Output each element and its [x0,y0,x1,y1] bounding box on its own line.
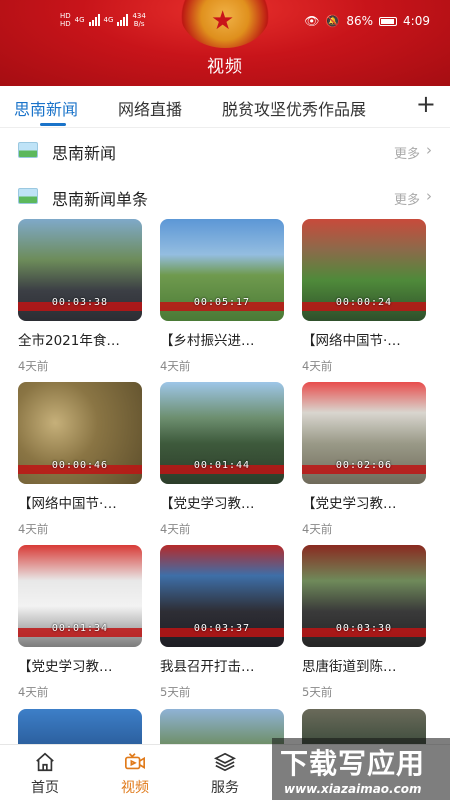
layers-icon [214,752,236,772]
hd-label-1: HD [60,12,71,20]
nav-label: 视频 [121,780,149,796]
video-time: 5天前 [160,685,191,699]
video-time: 4天前 [18,522,49,536]
video-card[interactable]: 00:03:37 我县召开打击… 5天前 [160,545,284,700]
watermark-logo: 下载写应用 www.xiazaimao.com [272,738,450,800]
app-header: ★ HD HD 4G 4G 434 B/s 👁 🔕 86% 4:09 视频 [0,0,450,86]
eye-icon: 👁 [304,14,320,28]
mute-icon: 🔕 [325,14,341,28]
nav-video[interactable]: 视频 [100,751,170,797]
video-icon [125,753,145,770]
video-title[interactable]: 【党史学习教… [302,492,426,512]
section-title: 思南新闻 [52,144,117,163]
video-time: 4天前 [302,522,333,536]
video-time: 5天前 [302,685,333,699]
video-duration: 00:02:06 [335,460,393,471]
video-thumbnail[interactable]: 00:00:46 [18,382,142,484]
image-icon [18,188,38,204]
video-title[interactable]: 【网络中国节·… [18,492,142,512]
signal-bars-icon [88,14,100,26]
video-time: 4天前 [18,359,49,373]
video-card[interactable]: 00:00:46 【网络中国节·… 4天前 [18,382,142,537]
add-channel-button[interactable]: + [411,90,436,118]
video-thumbnail[interactable]: 00:03:38 [18,219,142,321]
net-label-2: 4G [103,16,114,24]
video-time: 4天前 [160,522,191,536]
video-duration: 00:01:34 [51,623,109,634]
watermark-text: 下载写应用 [280,747,426,780]
battery-icon [379,16,398,26]
video-duration: 00:03:37 [193,623,251,634]
tab-live[interactable]: 网络直播 [118,96,182,120]
more-link[interactable]: 更多 [394,189,420,208]
video-duration: 00:00:24 [335,297,393,308]
video-title[interactable]: 【党史学习教… [18,655,142,675]
network-speed: 434 B/s [132,12,145,28]
video-duration: 00:00:46 [51,460,109,471]
video-title[interactable]: 我县召开打击… [160,655,284,675]
tab-active-indicator [40,123,66,126]
video-duration: 00:05:17 [193,297,251,308]
video-card[interactable]: 00:02:06 【党史学习教… 4天前 [302,382,426,537]
video-card[interactable]: 00:05:17 【乡村振兴进… 4天前 [160,219,284,374]
page-title: 视频 [207,57,243,77]
video-title[interactable]: 全市2021年食… [18,329,142,349]
video-title[interactable]: 【乡村振兴进… [160,329,284,349]
section-title: 思南新闻单条 [52,190,149,209]
video-title[interactable]: 【网络中国节·… [302,329,426,349]
speed-value: 434 [132,12,146,20]
speed-unit: B/s [133,20,145,28]
video-card[interactable]: 00:00:24 【网络中国节·… 4天前 [302,219,426,374]
video-duration: 00:01:44 [193,460,251,471]
status-right: 👁 🔕 86% 4:09 [304,14,430,28]
channel-tabs: 思南新闻 网络直播 脱贫攻坚优秀作品展 + [0,86,450,128]
status-bar: HD HD 4G 4G 434 B/s 👁 🔕 86% 4:09 [0,0,450,42]
video-thumbnail[interactable]: 00:00:24 [302,219,426,321]
video-card[interactable]: 00:01:34 【党史学习教… 4天前 [18,545,142,700]
home-icon [36,752,54,772]
signal-bars-icon [117,14,129,26]
hd-label-2: HD [60,20,71,28]
tab-sinan-news[interactable]: 思南新闻 [14,96,78,120]
nav-label: 首页 [31,780,59,796]
video-title[interactable]: 思唐街道到陈… [302,655,426,675]
video-thumbnail[interactable]: 00:01:44 [160,382,284,484]
nav-service[interactable]: 服务 [190,751,260,797]
net-label-1: 4G [74,16,85,24]
video-time: 4天前 [160,359,191,373]
section-sinan-news: 思南新闻 更多 › [0,131,450,171]
video-thumbnail[interactable]: 00:05:17 [160,219,284,321]
status-left: HD HD 4G 4G 434 B/s [60,12,146,28]
video-card[interactable]: 00:01:44 【党史学习教… 4天前 [160,382,284,537]
video-time: 4天前 [302,359,333,373]
chevron-right-icon[interactable]: › [426,141,432,159]
video-thumbnail[interactable]: 00:02:06 [302,382,426,484]
watermark-url: www.xiazaimao.com [284,782,422,796]
video-thumbnail-partial[interactable] [18,709,142,749]
nav-home[interactable]: 首页 [10,751,80,797]
video-thumbnail-partial[interactable] [160,709,284,749]
network-type-2: 4G [104,16,114,24]
network-type-1: 4G [75,16,85,24]
clock: 4:09 [403,14,430,28]
video-duration: 00:03:38 [51,297,109,308]
video-title[interactable]: 【党史学习教… [160,492,284,512]
video-card[interactable]: 00:03:30 思唐街道到陈… 5天前 [302,545,426,700]
section-sinan-news-single: 思南新闻单条 更多 › [0,177,450,217]
nav-label: 服务 [211,780,239,796]
video-thumbnail[interactable]: 00:03:30 [302,545,426,647]
video-time: 4天前 [18,685,49,699]
video-thumbnail[interactable]: 00:03:37 [160,545,284,647]
video-card[interactable]: 00:03:38 全市2021年食… 4天前 [18,219,142,374]
more-link[interactable]: 更多 [394,143,420,162]
battery-percent: 86% [346,14,374,28]
tab-poverty-works[interactable]: 脱贫攻坚优秀作品展 [222,96,366,120]
image-icon [18,142,38,158]
video-duration: 00:03:30 [335,623,393,634]
chevron-right-icon[interactable]: › [426,187,432,205]
signal-hd-label: HD HD [60,12,71,28]
video-thumbnail[interactable]: 00:01:34 [18,545,142,647]
